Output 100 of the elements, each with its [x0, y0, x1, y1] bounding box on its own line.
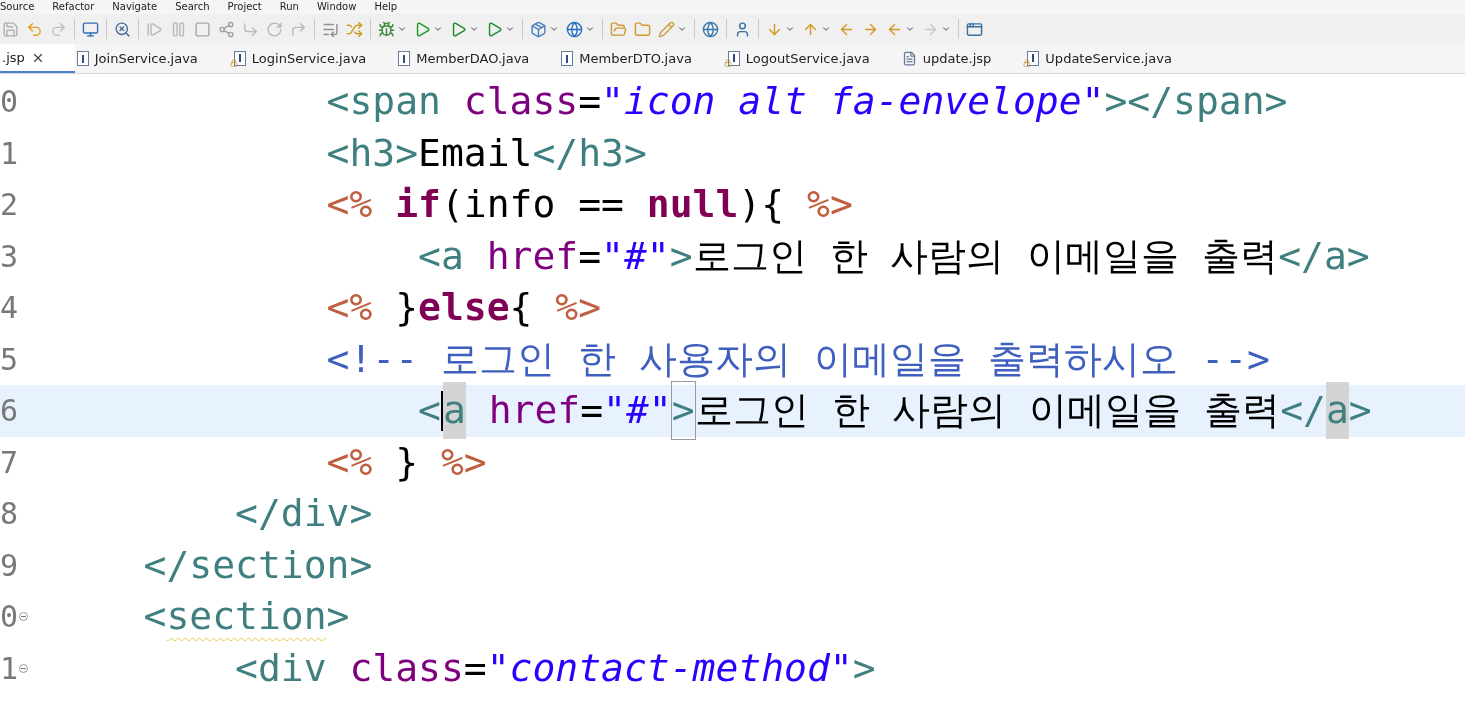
person-icon[interactable] [734, 20, 751, 38]
locked-java-file-icon [1023, 50, 1040, 67]
java-file-icon [561, 51, 574, 66]
code-token: (info == [440, 181, 625, 229]
dropdown-caret-icon[interactable] [821, 24, 831, 34]
code-token: = [578, 78, 602, 126]
nodes-icon[interactable] [218, 20, 235, 38]
code-token: <div [234, 644, 328, 692]
line-number: 1 [0, 134, 19, 173]
editor-tab[interactable]: UpdateService.java [1021, 44, 1202, 73]
code-token: %> [440, 438, 487, 486]
menu-item[interactable]: Run [279, 1, 299, 13]
line-number: 8 [0, 495, 19, 534]
dropdown-caret-icon[interactable] [941, 24, 951, 34]
code-token: "contact-method" [486, 644, 853, 692]
code-token: else [418, 284, 510, 332]
dropdown-caret-icon[interactable] [469, 24, 479, 34]
code-token: %> [807, 181, 853, 229]
dropdown-caret-icon[interactable] [785, 24, 795, 34]
line-number: 0 [0, 598, 19, 637]
menu-item[interactable]: Search [175, 1, 210, 13]
code-token: > [1348, 387, 1372, 435]
run-icon[interactable] [414, 20, 431, 38]
code-token: Email [418, 129, 533, 177]
code-token: %> [555, 284, 602, 332]
line-number: 5 [0, 340, 19, 379]
code-token: < [417, 387, 441, 435]
code-token: = [580, 387, 604, 435]
line-number: 0 [0, 83, 19, 122]
tab-label: update.jsp [922, 49, 992, 68]
code-token: href [486, 232, 579, 280]
dropdown-caret-icon[interactable] [677, 24, 687, 34]
editor-tab[interactable]: MemberDTO.java [559, 44, 722, 73]
code-token: </div> [234, 490, 373, 538]
menu-item[interactable]: Source [0, 1, 35, 13]
code-token: class [349, 644, 464, 692]
magnifier-icon[interactable] [114, 20, 131, 38]
code-token: </section> [142, 541, 373, 589]
menu-item[interactable]: Help [374, 1, 398, 13]
menu-item[interactable]: Project [227, 1, 262, 13]
code-token: > [852, 644, 876, 692]
code-token: > [669, 232, 693, 280]
code-token: a [442, 382, 466, 440]
java-file-icon [76, 51, 89, 66]
undo-icon[interactable] [26, 20, 43, 38]
tab-label: LoginService.java [251, 49, 367, 68]
java-file-icon [398, 51, 411, 66]
dropdown-caret-icon[interactable] [505, 24, 515, 34]
code-token: < [142, 593, 167, 641]
dropdown-caret-icon[interactable] [585, 24, 595, 34]
line-number: 3 [0, 237, 19, 276]
code-token: href [487, 387, 581, 435]
code-token: <!-- 로그인 한 사용자의 이메일을 출력하시오 --> [325, 335, 1270, 383]
package-icon[interactable] [530, 20, 547, 38]
tab-label: LogoutService.java [745, 49, 870, 68]
pencil-icon[interactable] [658, 20, 675, 38]
code-token: "#" [601, 232, 670, 280]
dropdown-caret-icon[interactable] [433, 24, 443, 34]
code-token: "icon alt fa-envelope" [601, 78, 1105, 126]
menu-item[interactable]: Refactor [52, 1, 95, 13]
tab-label: UpdateService.java [1045, 49, 1172, 68]
code-token: "#" [603, 387, 672, 435]
code-token: ></span> [1104, 78, 1288, 126]
window-icon[interactable] [966, 20, 983, 38]
line-number: 2 [0, 186, 19, 225]
monitor-icon[interactable] [82, 20, 99, 38]
code-token: <a [417, 232, 465, 280]
code-token: = [463, 644, 487, 692]
folder-icon[interactable] [634, 20, 651, 38]
code-token: section [166, 593, 327, 641]
code-token: </a> [1278, 232, 1370, 280]
dropdown-caret-icon[interactable] [905, 24, 915, 34]
tab-label: MemberDTO.java [579, 49, 692, 68]
code-token: a [1325, 382, 1349, 440]
code-token: <% [325, 181, 374, 229]
shuffle-icon[interactable] [346, 20, 363, 38]
code-token: } [395, 284, 419, 332]
tab-label: .jsp [2, 48, 25, 67]
editor-tab[interactable]: LogoutService.java [721, 44, 900, 73]
code-token: = [578, 232, 602, 280]
globe-icon[interactable] [702, 20, 719, 38]
bug-icon[interactable] [378, 20, 395, 38]
folder-open-icon[interactable] [610, 20, 627, 38]
line-number: 9 [0, 546, 19, 585]
dropdown-caret-icon[interactable] [549, 24, 559, 34]
editor-tab[interactable]: LoginService.java [227, 44, 397, 73]
tab-label: JoinService.java [94, 49, 198, 68]
menu-item[interactable]: Navigate [112, 1, 158, 13]
page-file-icon [901, 51, 917, 66]
editor-tab[interactable]: JoinService.java [74, 44, 228, 73]
dropdown-caret-icon[interactable] [397, 24, 407, 34]
line-number: 7 [0, 443, 19, 482]
code-token: </ [1280, 387, 1326, 435]
editor-tab[interactable]: MemberDAO.java [396, 44, 560, 73]
code-token: > [326, 593, 350, 641]
editor-tab[interactable]: update.jsp [899, 44, 1022, 73]
menu-item[interactable]: Window [316, 1, 357, 13]
editor-tab[interactable]: .jsp [0, 44, 75, 73]
code-token: 로그인 한 사람의 이메일을 출력 [694, 387, 1281, 435]
code-token: <% [325, 438, 374, 486]
